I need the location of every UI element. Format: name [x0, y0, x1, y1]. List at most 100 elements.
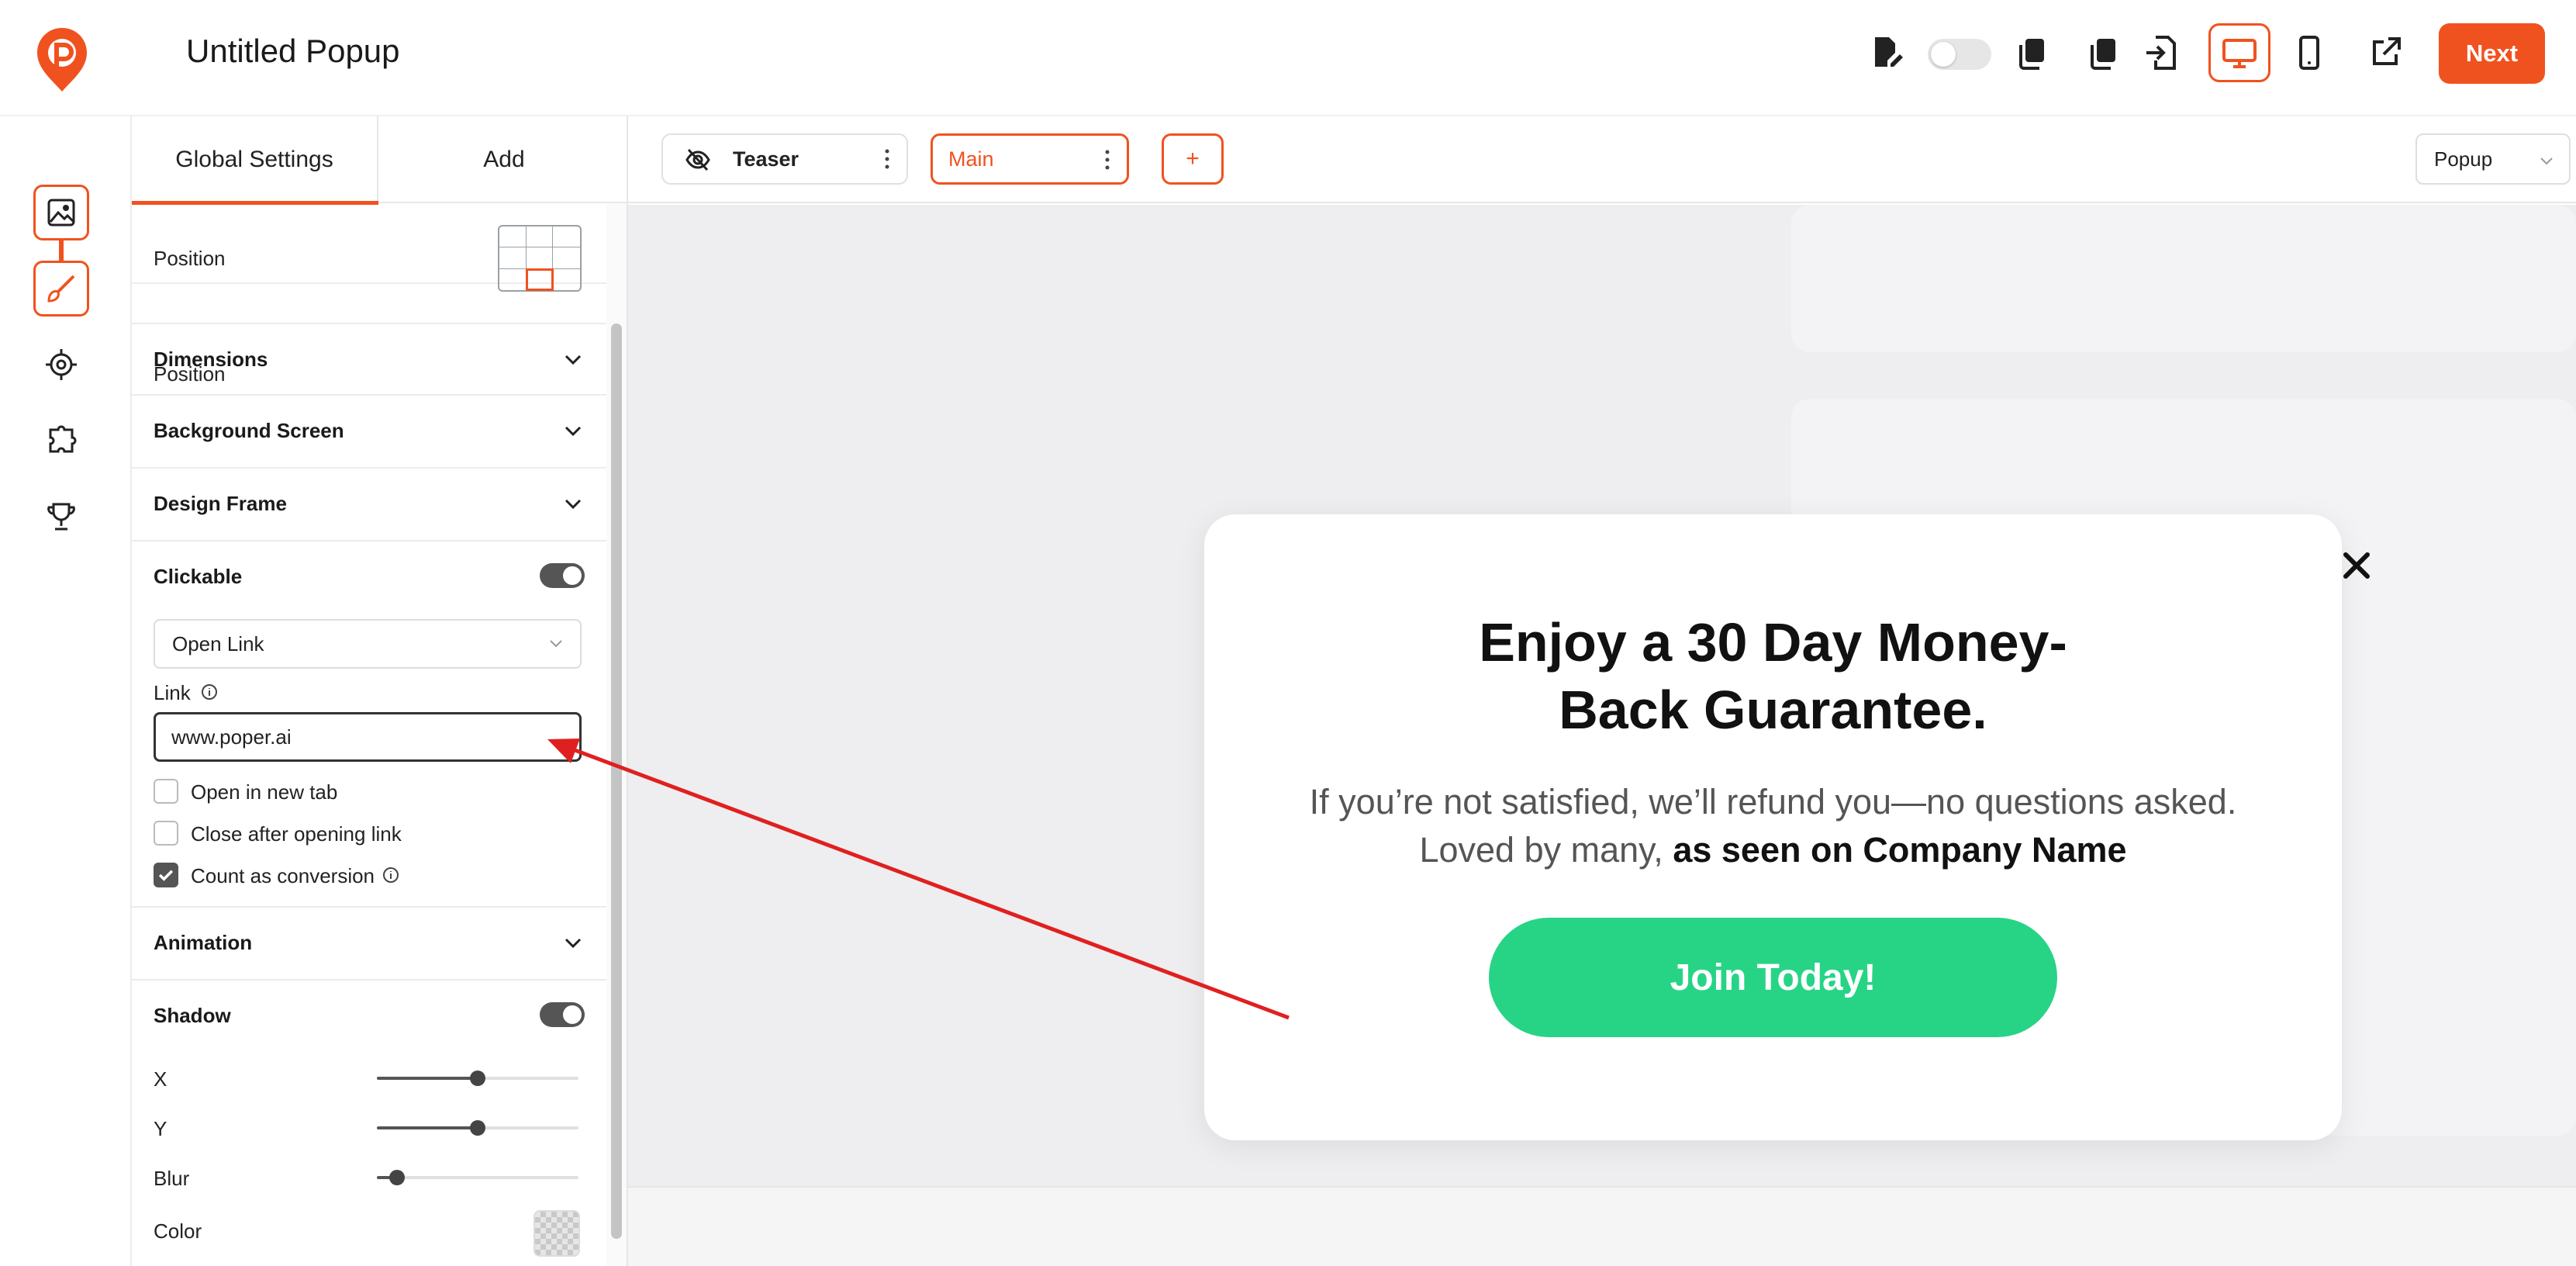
step-bar [628, 116, 2576, 203]
clickable-toggle[interactable] [540, 563, 585, 588]
step-main-label: Main [948, 147, 994, 171]
target-icon [46, 349, 77, 380]
add-step-button[interactable]: + [1162, 133, 1224, 185]
chevron-down-icon [565, 938, 582, 949]
shadow-toggle[interactable] [540, 1002, 585, 1027]
rail-targeting-button[interactable] [33, 337, 89, 393]
edit-document-icon [1875, 37, 1903, 67]
rail-content-button[interactable] [33, 185, 89, 240]
rail-design-button[interactable] [33, 261, 89, 316]
shadow-x-slider[interactable] [377, 1071, 578, 1086]
eye-off-icon [685, 148, 710, 171]
design-frame-section[interactable]: Design Frame [132, 469, 606, 541]
position-bottom-center[interactable] [525, 268, 554, 292]
more-vertical-icon[interactable] [883, 147, 891, 171]
shadow-color-swatch[interactable] [534, 1210, 580, 1257]
panel-scrollbar[interactable] [606, 203, 627, 1266]
chevron-down-icon [565, 355, 582, 365]
tab-add[interactable]: Add [380, 116, 627, 203]
duplicate-button[interactable] [2075, 25, 2131, 81]
shadow-blur-knob[interactable] [389, 1170, 405, 1185]
step-teaser-label: Teaser [733, 147, 799, 171]
link-input[interactable]: www.poper.ai [154, 712, 582, 762]
checkmark-icon [158, 870, 174, 881]
rail-connector [59, 240, 64, 262]
puzzle-icon [49, 425, 77, 453]
next-button[interactable]: Next [2439, 23, 2545, 84]
position-grid[interactable] [498, 225, 582, 292]
page-preview-block [1791, 205, 2576, 352]
step-teaser[interactable]: Teaser [661, 133, 908, 185]
position-label-text: Position [154, 247, 226, 270]
shadow-y-label: Y [154, 1117, 167, 1140]
background-screen-section[interactable]: Background Screen [132, 396, 606, 469]
shadow-x-knob[interactable] [470, 1071, 485, 1086]
join-today-button[interactable]: Join Today! [1489, 918, 2057, 1037]
chevron-down-icon [550, 640, 562, 648]
top-bar: Untitled Popup Next [0, 0, 2576, 116]
link-label: Link [154, 681, 191, 704]
copy-button[interactable] [2004, 25, 2060, 81]
shadow-y-fill [377, 1126, 478, 1129]
step-main[interactable]: Main [931, 133, 1129, 185]
popup-title-line1: Enjoy a 30 Day Money- [1479, 612, 2067, 673]
panel-tabs: Global Settings Add [132, 116, 627, 205]
click-action-value: Open Link [172, 631, 264, 655]
shadow-color-label: Color [154, 1219, 202, 1243]
rail-goals-button[interactable] [33, 489, 89, 545]
desktop-view-button[interactable] [2208, 23, 2270, 82]
clickable-title: Clickable [154, 565, 243, 588]
count-conversion-checkbox[interactable] [154, 863, 178, 887]
open-new-tab-checkbox[interactable] [154, 779, 178, 804]
desktop-icon [2222, 39, 2257, 68]
clickable-section: Clickable Open Link Link www.poper.ai Op… [132, 541, 606, 908]
trophy-icon [47, 503, 75, 531]
chevron-down-icon [565, 426, 582, 437]
canvas-footer [628, 1186, 2576, 1266]
count-conversion-label: Count as conversion [191, 864, 375, 887]
shadow-title: Shadow [154, 1004, 231, 1027]
popup-title-line2: Back Guarantee. [1559, 680, 1987, 740]
tab-global-settings[interactable]: Global Settings [132, 116, 378, 205]
view-type-select[interactable]: Popup [2415, 133, 2571, 185]
click-action-select[interactable]: Open Link [154, 619, 582, 669]
shadow-blur-label: Blur [154, 1167, 190, 1190]
shadow-x-label: X [154, 1067, 167, 1091]
external-link-icon [2373, 37, 2401, 65]
close-after-link-checkbox[interactable] [154, 821, 178, 846]
mobile-view-button[interactable] [2281, 25, 2337, 81]
duplicate-icon [2091, 39, 2115, 70]
shadow-blur-slider[interactable] [377, 1170, 578, 1185]
preview-toggle[interactable] [1928, 39, 1991, 70]
popup-body-bold: as seen on Company Name [1673, 830, 2127, 870]
brush-icon [47, 275, 75, 303]
chevron-down-icon [565, 499, 582, 510]
shadow-x-fill [377, 1077, 478, 1080]
view-type-value: Popup [2434, 147, 2493, 171]
more-vertical-icon[interactable] [1103, 148, 1111, 171]
dimensions-section[interactable]: Dimensions [132, 323, 606, 396]
edit-document-button[interactable] [1858, 25, 1914, 81]
page-title[interactable]: Untitled Popup [186, 33, 400, 70]
shadow-y-knob[interactable] [470, 1120, 485, 1136]
info-icon[interactable] [382, 866, 400, 884]
animation-title: Animation [154, 931, 253, 954]
shadow-y-slider[interactable] [377, 1120, 578, 1136]
rail-integrations-button[interactable] [33, 413, 89, 469]
popup-title[interactable]: Enjoy a 30 Day Money- Back Guarantee. [1383, 609, 2163, 744]
close-icon[interactable] [2338, 547, 2375, 584]
background-screen-title: Background Screen [154, 419, 344, 442]
animation-section[interactable]: Animation [132, 908, 606, 981]
design-frame-title: Design Frame [154, 492, 287, 515]
image-icon [47, 199, 75, 227]
settings-panel: Global Settings Add Position Position Di… [132, 116, 628, 1266]
open-external-button[interactable] [2357, 25, 2413, 81]
poper-logo[interactable] [36, 26, 88, 93]
import-button[interactable] [2134, 25, 2190, 81]
close-after-link-label: Close after opening link [191, 822, 402, 846]
copy-icon [2019, 39, 2044, 70]
popup-body[interactable]: If you’re not satisfied, we’ll refund yo… [1297, 778, 2249, 874]
info-icon[interactable] [200, 683, 219, 701]
panel-scrollbar-thumb[interactable] [611, 323, 622, 1239]
popup-preview[interactable]: Enjoy a 30 Day Money- Back Guarantee. If… [1204, 514, 2370, 1140]
